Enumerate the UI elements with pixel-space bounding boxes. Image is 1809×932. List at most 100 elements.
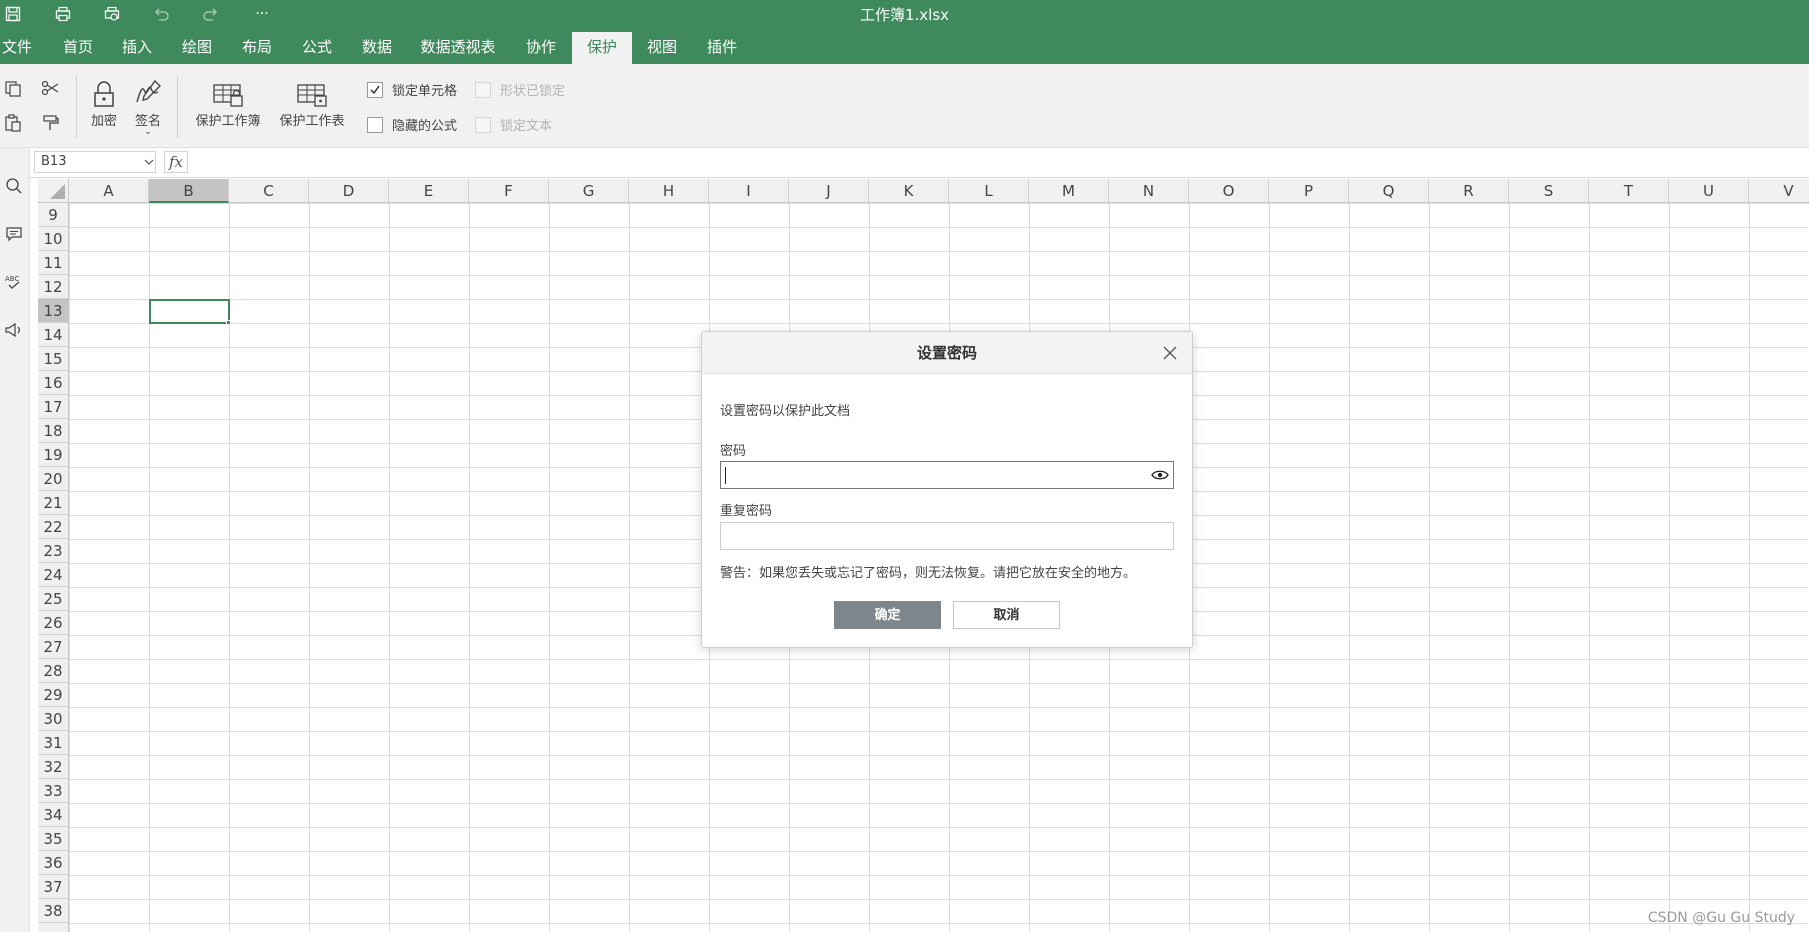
menu-view[interactable]: 视图	[642, 32, 682, 64]
menu-plugins[interactable]: 插件	[702, 32, 742, 64]
row-header[interactable]: 29	[38, 683, 68, 707]
row-header[interactable]: 11	[38, 251, 68, 275]
row-header[interactable]: 31	[38, 731, 68, 755]
name-box[interactable]: B13	[34, 151, 156, 173]
row-header[interactable]: 36	[38, 851, 68, 875]
row-header[interactable]: 10	[38, 227, 68, 251]
encrypt-label: 加密	[90, 114, 117, 129]
column-header[interactable]: I	[709, 179, 789, 203]
close-icon[interactable]	[1160, 343, 1180, 363]
row-header[interactable]: 33	[38, 779, 68, 803]
column-header[interactable]: B	[149, 179, 229, 203]
search-icon[interactable]	[2, 174, 26, 198]
comment-icon[interactable]	[2, 222, 26, 246]
column-header[interactable]: Q	[1349, 179, 1429, 203]
menu-home[interactable]: 首页	[58, 32, 98, 64]
protect-sheet-button[interactable]: 保护工作表	[274, 76, 350, 129]
row-header[interactable]: 35	[38, 827, 68, 851]
row-header[interactable]: 19	[38, 443, 68, 467]
ribbon-separator	[76, 76, 77, 138]
row-header[interactable]: 14	[38, 323, 68, 347]
fill-handle[interactable]	[226, 320, 231, 325]
column-header[interactable]: J	[789, 179, 869, 203]
menu-file[interactable]: 文件	[0, 32, 34, 64]
row-header[interactable]: 20	[38, 467, 68, 491]
column-header[interactable]: K	[869, 179, 949, 203]
column-header[interactable]: U	[1669, 179, 1749, 203]
fx-button[interactable]: fx	[164, 151, 188, 173]
row-header[interactable]: 25	[38, 587, 68, 611]
column-header[interactable]: A	[69, 179, 149, 203]
row-header[interactable]: 13	[38, 299, 68, 323]
set-password-dialog: 设置密码 设置密码以保护此文档 密码 重复密码 警告：如果您丢失或忘记了密码，则…	[701, 331, 1193, 648]
column-header[interactable]: C	[229, 179, 309, 203]
row-header[interactable]: 27	[38, 635, 68, 659]
row-header[interactable]: 12	[38, 275, 68, 299]
document-title: 工作簿1.xlsx	[859, 6, 950, 24]
row-header[interactable]: 21	[38, 491, 68, 515]
row-header[interactable]: 9	[38, 203, 68, 227]
column-header[interactable]: F	[469, 179, 549, 203]
hidden-formula-checkbox[interactable]: 隐藏的公式	[367, 115, 457, 134]
row-header[interactable]: 32	[38, 755, 68, 779]
spell-check-icon[interactable]: ABC	[2, 270, 26, 294]
protect-workbook-button[interactable]: 保护工作簿	[190, 76, 266, 129]
menu-layout[interactable]: 布局	[237, 32, 277, 64]
column-header[interactable]: G	[549, 179, 629, 203]
row-header[interactable]: 16	[38, 371, 68, 395]
row-header[interactable]: 34	[38, 803, 68, 827]
row-header[interactable]: 18	[38, 419, 68, 443]
row-header[interactable]: 17	[38, 395, 68, 419]
menu-insert[interactable]: 插入	[117, 32, 157, 64]
column-header[interactable]: V	[1749, 179, 1809, 203]
column-header[interactable]: R	[1429, 179, 1509, 203]
column-header[interactable]: D	[309, 179, 389, 203]
row-header[interactable]: 15	[38, 347, 68, 371]
copy-icon[interactable]	[1, 77, 25, 101]
row-header[interactable]: 24	[38, 563, 68, 587]
cancel-button[interactable]: 取消	[953, 601, 1060, 629]
column-header[interactable]: N	[1109, 179, 1189, 203]
lock-cells-checkbox[interactable]: 锁定单元格	[367, 80, 457, 99]
column-header[interactable]: O	[1189, 179, 1269, 203]
column-header[interactable]: E	[389, 179, 469, 203]
active-cell[interactable]	[149, 299, 230, 324]
column-header[interactable]: T	[1589, 179, 1669, 203]
column-header[interactable]: L	[949, 179, 1029, 203]
ok-button[interactable]: 确定	[834, 601, 941, 629]
menu-formulas[interactable]: 公式	[297, 32, 337, 64]
row-header[interactable]: 26	[38, 611, 68, 635]
menu-draw[interactable]: 绘图	[177, 32, 217, 64]
checkbox-box[interactable]	[367, 116, 383, 133]
sign-button[interactable]: 签名 ⌄	[130, 76, 166, 137]
protect-workbook-label: 保护工作簿	[195, 114, 261, 129]
menu-protect[interactable]: 保护	[572, 32, 632, 64]
encrypt-button[interactable]: 加密	[86, 76, 122, 129]
paste-icon[interactable]	[1, 111, 25, 135]
row-header[interactable]: 28	[38, 659, 68, 683]
row-header[interactable]: 30	[38, 707, 68, 731]
select-all-corner[interactable]	[38, 179, 69, 203]
menu-pivot-table[interactable]: 数据透视表	[418, 32, 498, 64]
lock-text-checkbox: 锁定文本	[475, 115, 552, 134]
format-painter-icon[interactable]	[38, 111, 62, 135]
row-header[interactable]: 37	[38, 875, 68, 899]
formula-input[interactable]	[196, 151, 1796, 173]
menu-data[interactable]: 数据	[357, 32, 397, 64]
row-header[interactable]: 22	[38, 515, 68, 539]
checkbox-box	[475, 81, 491, 98]
column-header[interactable]: P	[1269, 179, 1349, 203]
row-header[interactable]: 23	[38, 539, 68, 563]
read-aloud-icon[interactable]	[2, 318, 26, 342]
column-header[interactable]: M	[1029, 179, 1109, 203]
column-header[interactable]: H	[629, 179, 709, 203]
scissors-icon[interactable]	[38, 76, 62, 100]
password-field[interactable]	[720, 461, 1174, 489]
checkbox-box[interactable]	[367, 81, 383, 98]
row-header[interactable]: 38	[38, 899, 68, 923]
repeat-password-field[interactable]	[720, 522, 1174, 550]
chevron-down-icon[interactable]	[142, 151, 156, 173]
eye-icon[interactable]	[1151, 468, 1169, 482]
menu-collaborate[interactable]: 协作	[521, 32, 561, 64]
column-header[interactable]: S	[1509, 179, 1589, 203]
